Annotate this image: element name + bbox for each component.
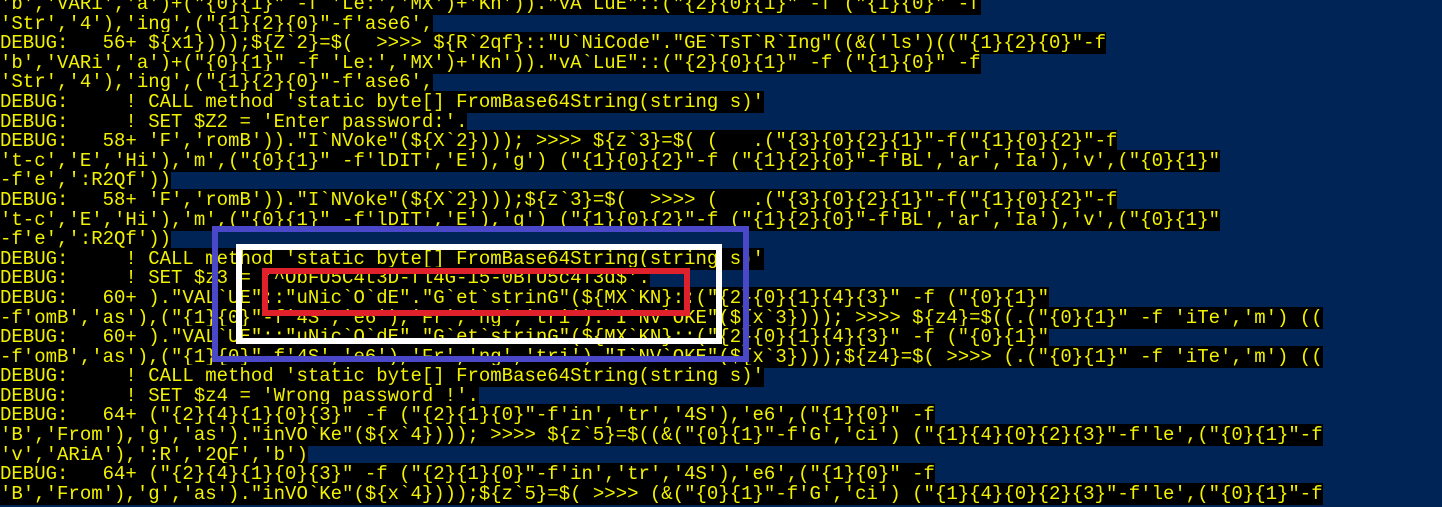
console-line: DEBUG: 58+ 'F','romB'))."I`NVoke"(${X`2}… — [0, 188, 1118, 211]
console-line: DEBUG: 60+ )."VAL`UE"::"uNic`O`dE"."G`et… — [0, 326, 1049, 349]
powershell-debug-output[interactable]: 'b','VARi','a')+("{0}{1}" -f 'Le:','MX')… — [0, 0, 1442, 505]
console-line: DEBUG: 60+ )."VAL`UE"::"uNic`O`dE"."G`et… — [0, 286, 1049, 309]
console-line: DEBUG: 64+ ("{2}{4}{1}{0}{3}" -f ("{2}{1… — [0, 463, 935, 486]
console-line: DEBUG: ! CALL method 'static byte[] From… — [0, 365, 764, 388]
console-line: -f'e',':R2Qf')) — [0, 228, 172, 251]
console-line: DEBUG: ! CALL method 'static byte[] From… — [0, 90, 764, 113]
console-line: 'B','From'),'g','as')."inVO`Ke"(${x`4}))… — [0, 424, 1323, 447]
console-line: -f'e',':R2Qf')) — [0, 169, 172, 192]
console-line-password-reveal: DEBUG: ! SET $z3 = '^ObFU5C4t3D-fl4G-i5-… — [0, 267, 650, 290]
console-line: DEBUG: 56+ ${x1})));${Z`2}=$( >>>> ${R`2… — [0, 32, 1106, 55]
console-line: 't-c','E','Hi'),'m',("{0}{1}" -f'lDIT','… — [0, 149, 1220, 172]
console-line: 'B','From'),'g','as')."inVO`Ke"(${x`4}))… — [0, 482, 1323, 505]
console-line: 't-c','E','Hi'),'m',("{0}{1}" -f'lDIT','… — [0, 208, 1220, 231]
console-line: DEBUG: 58+ 'F','romB'))."I`NVoke"(${X`2}… — [0, 130, 1118, 153]
